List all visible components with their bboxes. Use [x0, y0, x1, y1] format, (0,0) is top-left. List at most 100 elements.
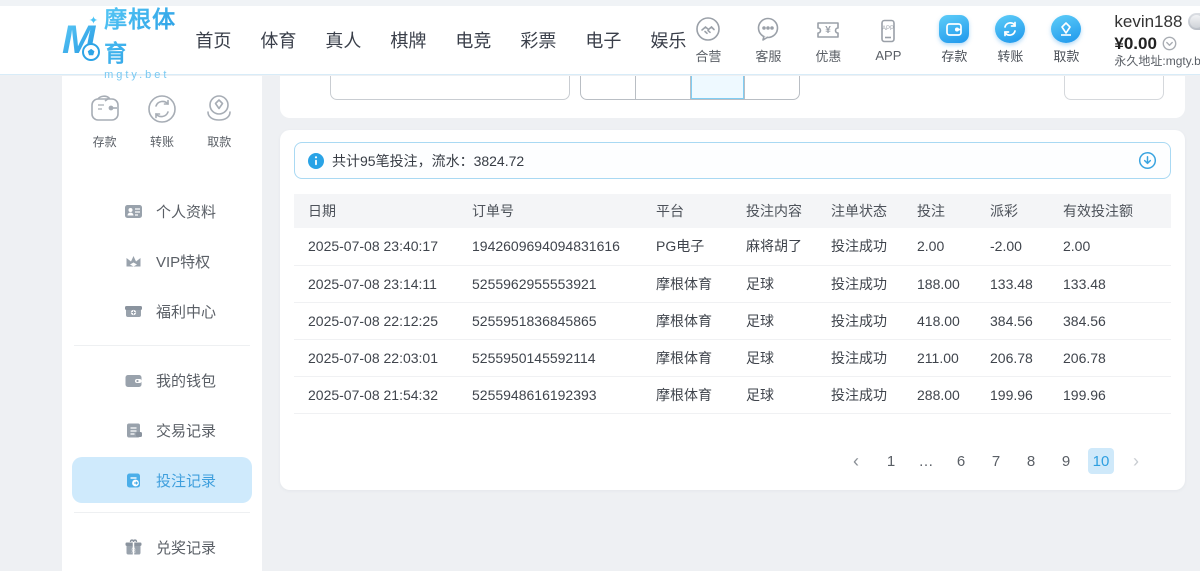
cell-payout: 133.48 — [990, 265, 1063, 302]
col-content: 投注内容 — [746, 194, 831, 228]
pagination-prev-button[interactable]: ‹ — [843, 448, 869, 474]
pagination: ‹ 1 … 6 7 8 9 10 › — [843, 448, 1149, 474]
table-header-row: 日期 订单号 平台 投注内容 注单状态 投注 派彩 有效投注额 — [294, 194, 1171, 228]
cell-order: 1942609694094831616 — [472, 228, 656, 265]
filter-range-option-4[interactable] — [745, 76, 799, 99]
cell-status: 投注成功 — [831, 376, 917, 413]
sidebar-item-benefits[interactable]: 福利中心 — [72, 286, 252, 336]
crown-icon — [124, 252, 143, 271]
nav-live[interactable]: 真人 — [325, 27, 361, 53]
support-button[interactable]: 客服 — [746, 15, 790, 65]
top-header: M ✦ ⬟ 摩根体育 mgty.bet 首页 体育 真人 棋牌 电竞 彩票 电子… — [0, 0, 1200, 75]
pagination-page-8[interactable]: 8 — [1018, 448, 1044, 474]
table-row: 2025-07-08 22:03:01 5255950145592114 摩根体… — [294, 339, 1171, 376]
sidebar-withdraw-button[interactable]: 取款 — [200, 90, 238, 150]
col-order: 订单号 — [472, 194, 656, 228]
nav-sports[interactable]: 体育 — [260, 27, 296, 53]
cell-content: 麻将胡了 — [746, 228, 831, 265]
sidebar-deposit-button[interactable]: 存款 — [86, 90, 124, 150]
pagination-ellipsis[interactable]: … — [913, 448, 939, 474]
cell-valid: 384.56 — [1063, 302, 1171, 339]
pagination-next-button[interactable]: › — [1123, 448, 1149, 474]
brand-subtitle: mgty.bet — [104, 69, 179, 81]
app-download-button[interactable]: APP APP — [866, 17, 910, 63]
sidebar-item-vip[interactable]: VIP特权 — [72, 236, 252, 286]
withdraw-button[interactable]: 取款 — [1044, 15, 1088, 65]
col-date: 日期 — [294, 194, 472, 228]
pagination-page-10[interactable]: 10 — [1088, 448, 1114, 474]
sidebar-item-transactions[interactable]: 交易记录 — [72, 405, 252, 455]
wallet-icon — [124, 371, 143, 390]
username[interactable]: kevin188 — [1114, 11, 1182, 32]
summary-expand-icon[interactable] — [1138, 151, 1157, 170]
balance-expand-icon[interactable] — [1162, 36, 1177, 51]
cell-content: 足球 — [746, 265, 831, 302]
cell-content: 足球 — [746, 376, 831, 413]
pagination-page-9[interactable]: 9 — [1053, 448, 1079, 474]
withdraw-outline-icon — [200, 90, 238, 128]
filter-range-option-1[interactable] — [581, 76, 636, 99]
cell-bet: 288.00 — [917, 376, 990, 413]
cell-bet: 418.00 — [917, 302, 990, 339]
nav-cards[interactable]: 棋牌 — [390, 27, 426, 53]
sidebar-item-wallet[interactable]: 我的钱包 — [72, 355, 252, 405]
cell-order: 5255948616192393 — [472, 376, 656, 413]
bet-records-table: 日期 订单号 平台 投注内容 注单状态 投注 派彩 有效投注额 2025-07-… — [294, 194, 1171, 414]
cell-payout: -2.00 — [990, 228, 1063, 265]
sparkle-icon: ✦ — [89, 14, 98, 27]
nav-entertainment[interactable]: 娱乐 — [650, 27, 686, 53]
nav-lottery[interactable]: 彩票 — [520, 27, 556, 53]
cell-valid: 199.96 — [1063, 376, 1171, 413]
sidebar-transfer-button[interactable]: 转账 — [143, 90, 181, 150]
sidebar-quick-actions: 存款 转账 取款 — [62, 76, 262, 160]
sidebar-item-redeem-records[interactable]: 兑 兑奖记录 — [72, 522, 252, 571]
svg-text:¥: ¥ — [826, 25, 832, 36]
cell-platform: 摩根体育 — [656, 376, 746, 413]
cell-order: 5255951836845865 — [472, 302, 656, 339]
brand-logo[interactable]: M ✦ ⬟ 摩根体育 mgty.bet — [62, 0, 179, 81]
window-top-strip — [0, 0, 1200, 6]
pagination-page-6[interactable]: 6 — [948, 448, 974, 474]
bet-records-icon — [124, 471, 143, 490]
filter-range-segmented — [580, 76, 800, 100]
cell-platform: 摩根体育 — [656, 339, 746, 376]
nav-esports[interactable]: 电竞 — [455, 27, 491, 53]
filter-date-input[interactable] — [330, 76, 570, 100]
filter-range-option-3[interactable] — [691, 76, 746, 99]
vip-badge[interactable]: VIP0 — [1188, 13, 1200, 30]
promo-button[interactable]: ¥ 优惠 — [806, 15, 850, 65]
cell-valid: 133.48 — [1063, 265, 1171, 302]
filter-range-option-2[interactable] — [636, 76, 691, 99]
handshake-icon — [695, 15, 721, 43]
redeem-gift-icon: 兑 — [124, 538, 143, 557]
cell-content: 足球 — [746, 339, 831, 376]
cell-bet: 2.00 — [917, 228, 990, 265]
nav-home[interactable]: 首页 — [195, 27, 231, 53]
filter-search-button[interactable] — [945, 76, 1049, 100]
nav-slots[interactable]: 电子 — [585, 27, 621, 53]
filter-reset-button[interactable] — [1064, 76, 1164, 100]
summary-text: 共计95笔投注，流水：3824.72 — [332, 151, 524, 171]
cell-date: 2025-07-08 22:12:25 — [294, 302, 472, 339]
user-info-block: kevin188 VIP0 ¥0.00 永久地址:mgty.bet — [1114, 11, 1200, 69]
pagination-page-7[interactable]: 7 — [983, 448, 1009, 474]
col-status: 注单状态 — [831, 194, 917, 228]
transfer-button[interactable]: 转账 — [988, 15, 1032, 65]
info-icon — [308, 153, 324, 169]
soccer-ball-icon: ⬟ — [82, 43, 100, 61]
deposit-button[interactable]: 存款 — [932, 15, 976, 65]
profile-card-icon — [124, 202, 143, 221]
pagination-page-1[interactable]: 1 — [878, 448, 904, 474]
sidebar-item-bet-records[interactable]: 投注记录 — [72, 457, 252, 503]
table-row: 2025-07-08 22:12:25 5255951836845865 摩根体… — [294, 302, 1171, 339]
cell-bet: 188.00 — [917, 265, 990, 302]
cell-platform: 摩根体育 — [656, 302, 746, 339]
filter-panel — [280, 76, 1185, 118]
svg-text:APP: APP — [882, 26, 894, 32]
sidebar-item-profile[interactable]: 个人资料 — [72, 186, 252, 236]
partner-button[interactable]: 合营 — [686, 15, 730, 65]
sidebar: 存款 转账 取款 — [62, 76, 262, 571]
cell-order: 5255950145592114 — [472, 339, 656, 376]
cell-bet: 211.00 — [917, 339, 990, 376]
cell-platform: 摩根体育 — [656, 265, 746, 302]
